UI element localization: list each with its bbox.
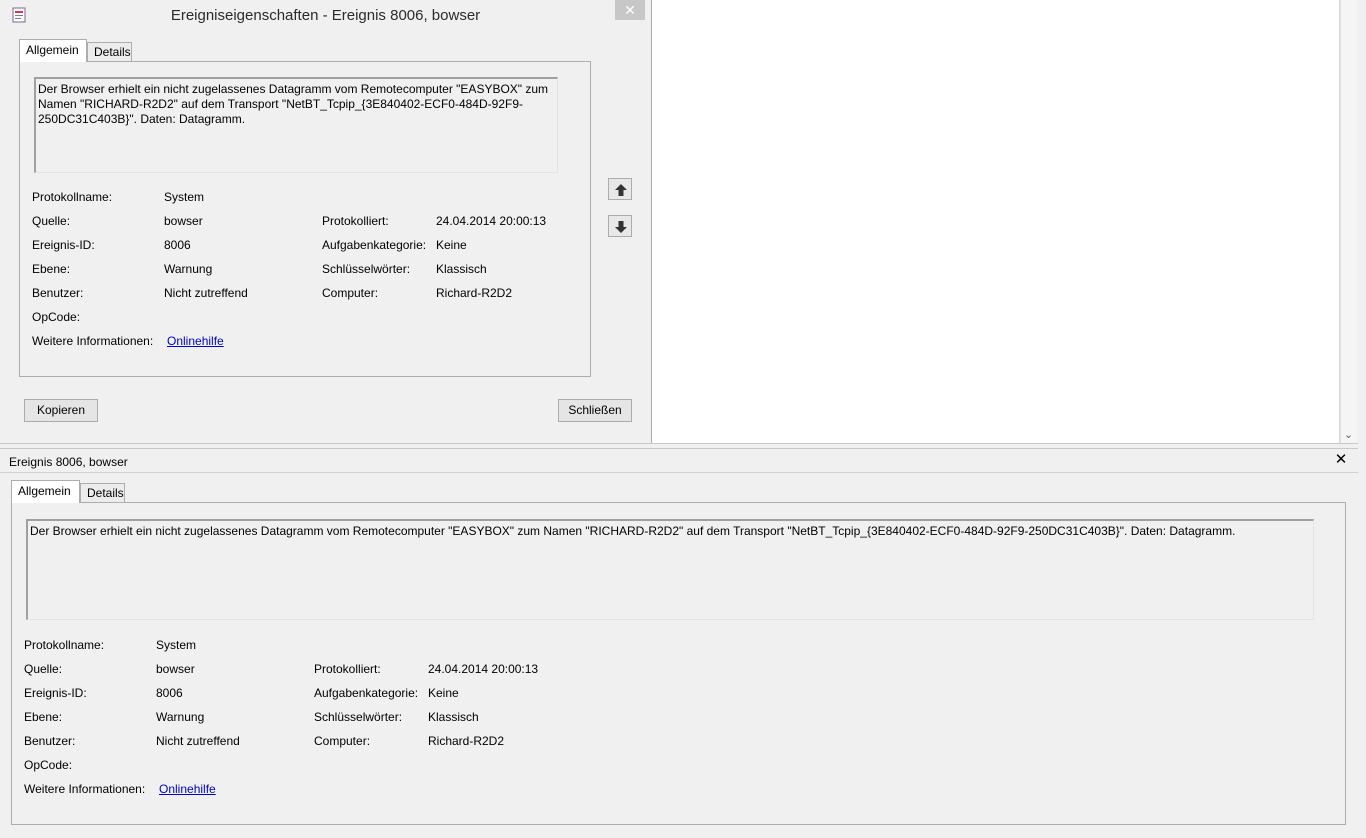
tab-details[interactable]: Details — [80, 483, 125, 502]
task-category-value: Keine — [428, 686, 459, 700]
log-name-label: Protokollname: — [32, 190, 113, 204]
computer-label: Computer: — [314, 734, 371, 748]
dialog-tabstrip: Allgemein Details — [19, 39, 219, 62]
preview-header: Ereignis 8006, bowser ✕ — [0, 449, 1358, 473]
event-properties-dialog: Ereigniseigenschaften - Ereignis 8006, b… — [0, 0, 652, 443]
window-edge — [1358, 0, 1366, 838]
event-message-box[interactable]: Der Browser erhielt ein nicht zugelassen… — [26, 519, 1314, 620]
event-id-label: Ereignis-ID: — [32, 238, 95, 252]
computer-label: Computer: — [322, 286, 379, 300]
keywords-label: Schlüsselwörter: — [314, 710, 403, 724]
source-value: bowser — [156, 662, 195, 676]
log-name-value: System — [156, 638, 197, 652]
log-name-value: System — [164, 190, 205, 204]
event-id-label: Ereignis-ID: — [24, 686, 87, 700]
logged-value: 24.04.2014 20:00:13 — [428, 662, 539, 676]
source-value: bowser — [164, 214, 203, 228]
event-message-box[interactable]: Der Browser erhielt ein nicht zugelassen… — [34, 77, 558, 173]
computer-value: Richard-R2D2 — [428, 734, 505, 748]
copy-button[interactable]: Kopieren — [24, 399, 98, 422]
level-value: Warnung — [156, 710, 205, 724]
event-id-value: 8006 — [164, 238, 191, 252]
user-value: Nicht zutreffend — [164, 286, 248, 300]
keywords-label: Schlüsselwörter: — [322, 262, 411, 276]
close-icon[interactable]: ✕ — [615, 0, 645, 20]
preview-tabstrip: Allgemein Details — [11, 480, 211, 503]
next-event-button[interactable] — [608, 215, 632, 237]
event-id-value: 8006 — [156, 686, 183, 700]
computer-value: Richard-R2D2 — [436, 286, 513, 300]
tab-details[interactable]: Details — [87, 42, 132, 61]
background-content-pane — [652, 0, 1340, 443]
source-label: Quelle: — [24, 662, 63, 676]
task-category-label: Aufgabenkategorie: — [322, 238, 427, 252]
level-value: Warnung — [164, 262, 213, 276]
scroll-down-icon[interactable]: ⌄ — [1341, 428, 1356, 443]
user-label: Benutzer: — [32, 286, 84, 300]
background-scrollbar[interactable] — [1340, 0, 1357, 443]
logged-label: Protokolliert: — [314, 662, 381, 676]
preview-title: Ereignis 8006, bowser — [9, 455, 128, 469]
level-label: Ebene: — [32, 262, 71, 276]
task-category-label: Aufgabenkategorie: — [314, 686, 419, 700]
more-info-label: Weitere Informationen: — [32, 334, 154, 348]
more-info-label: Weitere Informationen: — [24, 782, 146, 796]
close-button[interactable]: Schließen — [558, 399, 632, 422]
general-tab-panel: Der Browser erhielt ein nicht zugelassen… — [11, 502, 1346, 825]
arrow-up-icon — [615, 184, 627, 196]
previous-event-button[interactable] — [608, 178, 632, 200]
source-label: Quelle: — [32, 214, 71, 228]
online-help-link[interactable]: Onlinehilfe — [159, 782, 216, 796]
opcode-label: OpCode: — [24, 758, 73, 772]
logged-value: 24.04.2014 20:00:13 — [436, 214, 547, 228]
dialog-titlebar[interactable]: Ereigniseigenschaften - Ereignis 8006, b… — [0, 0, 651, 30]
keywords-value: Klassisch — [428, 710, 479, 724]
general-tab-panel: Der Browser erhielt ein nicht zugelassen… — [19, 61, 591, 377]
keywords-value: Klassisch — [436, 262, 487, 276]
close-icon[interactable]: ✕ — [1334, 452, 1348, 468]
log-name-label: Protokollname: — [24, 638, 105, 652]
opcode-label: OpCode: — [32, 310, 81, 324]
level-label: Ebene: — [24, 710, 63, 724]
tab-allgemein[interactable]: Allgemein — [19, 39, 87, 62]
task-category-value: Keine — [436, 238, 467, 252]
logged-label: Protokolliert: — [322, 214, 389, 228]
online-help-link[interactable]: Onlinehilfe — [167, 334, 224, 348]
arrow-down-icon — [615, 221, 627, 233]
tab-allgemein[interactable]: Allgemein — [11, 480, 80, 503]
user-value: Nicht zutreffend — [156, 734, 240, 748]
dialog-title: Ereigniseigenschaften - Ereignis 8006, b… — [170, 7, 481, 24]
user-label: Benutzer: — [24, 734, 76, 748]
event-preview-pane: Ereignis 8006, bowser ✕ Allgemein Detail… — [0, 449, 1358, 838]
